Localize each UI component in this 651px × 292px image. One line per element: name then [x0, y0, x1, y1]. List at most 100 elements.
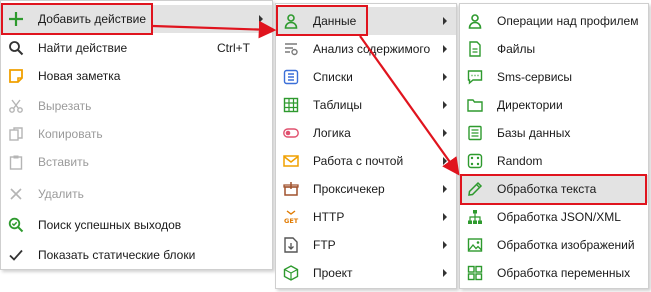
database-icon — [467, 125, 483, 141]
menu-item-json-xml[interactable]: Обработка JSON/XML — [460, 203, 648, 231]
submenu-arrow-icon — [443, 157, 447, 165]
menu-item-label: Обработка JSON/XML — [497, 210, 621, 224]
menu-item-label: Показать статические блоки — [38, 248, 196, 262]
paste-icon — [8, 154, 24, 170]
submenu-arrow-icon — [443, 213, 447, 221]
menu-item-label: Списки — [313, 70, 353, 84]
dice-icon — [467, 153, 483, 169]
menu-item-label: Копировать — [38, 127, 103, 141]
menu-item-label: Sms-сервисы — [497, 70, 573, 84]
list-icon — [283, 69, 299, 85]
submenu-arrow-icon — [443, 73, 447, 81]
menu-item-sms-services[interactable]: Sms-сервисы — [460, 63, 648, 91]
menu-item-label: Удалить — [38, 187, 84, 201]
folder-icon — [467, 97, 483, 113]
scissors-icon — [8, 98, 24, 114]
search-icon — [8, 40, 24, 56]
menu-item-copy[interactable]: Копировать — [1, 120, 272, 148]
menu-item-label: Анализ содержимого — [313, 42, 431, 56]
menu-item-label: Базы данных — [497, 126, 571, 140]
menu-item-label: Работа с почтой — [313, 154, 404, 168]
menu-item-random[interactable]: Random — [460, 147, 648, 175]
pencil-icon — [467, 181, 483, 197]
menu-item-files[interactable]: Файлы — [460, 35, 648, 63]
menu-item-new-note[interactable]: Новая заметка — [1, 62, 272, 90]
menu-item-cut[interactable]: Вырезать — [1, 92, 272, 120]
menu-item-logic[interactable]: Логика — [276, 119, 456, 147]
menu-item-delete[interactable]: Удалить — [1, 180, 272, 208]
menu-item-directories[interactable]: Директории — [460, 91, 648, 119]
menu-item-project[interactable]: Проект — [276, 259, 456, 287]
mail-icon — [283, 153, 299, 169]
submenu-categories: Данные Анализ содержимого Списки Таблицы… — [275, 3, 457, 289]
note-icon — [8, 68, 24, 84]
table-icon — [283, 97, 299, 113]
menu-item-add-action[interactable]: Добавить действие — [1, 5, 272, 33]
delete-icon — [8, 186, 24, 202]
toggle-icon — [283, 125, 299, 141]
menu-item-label: Random — [497, 154, 543, 168]
menu-item-image-processing[interactable]: Обработка изображений — [460, 231, 648, 259]
menu-item-label: HTTP — [313, 210, 345, 224]
menu-item-label: Таблицы — [313, 98, 363, 112]
menu-item-label: Обработка текста — [497, 182, 597, 196]
submenu-arrow-icon — [259, 15, 263, 23]
menu-item-profile-operations[interactable]: Операции над профилем — [460, 7, 648, 35]
menu-item-show-static-blocks[interactable]: Показать статические блоки — [1, 241, 272, 269]
submenu-data-actions: Операции над профилем Файлы Sms-сервисы … — [459, 3, 649, 289]
menu-item-proxychecker[interactable]: Проксичекер — [276, 175, 456, 203]
menu-item-search-success[interactable]: Поиск успешных выходов — [1, 211, 272, 239]
sms-icon — [467, 69, 483, 85]
file-icon — [467, 41, 483, 57]
checkmark-icon — [8, 247, 24, 263]
copy-icon — [8, 126, 24, 142]
image-icon — [467, 237, 483, 253]
menu-item-label: Операции над профилем — [497, 14, 639, 28]
menu-item-data[interactable]: Данные — [276, 7, 456, 35]
user-icon — [283, 13, 299, 29]
menu-item-paste[interactable]: Вставить — [1, 148, 272, 176]
menu-item-label: Вставить — [38, 155, 89, 169]
submenu-arrow-icon — [443, 185, 447, 193]
menu-item-label: Обработка переменных — [497, 266, 631, 280]
menu-item-label: Поиск успешных выходов — [38, 218, 182, 232]
submenu-arrow-icon — [443, 129, 447, 137]
box-icon — [283, 181, 299, 197]
menu-item-text-processing[interactable]: Обработка текста — [460, 175, 648, 203]
submenu-arrow-icon — [443, 101, 447, 109]
menu-item-ftp[interactable]: FTP — [276, 231, 456, 259]
tree-icon — [467, 209, 483, 225]
plus-icon — [8, 11, 24, 27]
ftp-icon — [283, 237, 299, 253]
submenu-arrow-icon — [443, 269, 447, 277]
cube-icon — [283, 265, 299, 281]
svg-text:GET: GET — [284, 217, 299, 225]
menu-item-label: Логика — [313, 126, 351, 140]
menu-item-label: Данные — [313, 14, 357, 28]
menu-item-lists[interactable]: Списки — [276, 63, 456, 91]
menu-item-find-action[interactable]: Найти действие Ctrl+T — [1, 34, 272, 62]
menu-item-http[interactable]: GET HTTP — [276, 203, 456, 231]
menu-item-label: FTP — [313, 238, 336, 252]
submenu-arrow-icon — [443, 241, 447, 249]
menu-item-label: Вырезать — [38, 99, 92, 113]
submenu-arrow-icon — [443, 17, 447, 25]
menu-item-label: Обработка изображений — [497, 238, 635, 252]
grid-icon — [467, 265, 483, 281]
menu-item-label: Найти действие — [38, 41, 128, 55]
menu-item-label: Проект — [313, 266, 353, 280]
menu-item-mail[interactable]: Работа с почтой — [276, 147, 456, 175]
profile-icon — [467, 13, 483, 29]
analysis-icon — [283, 41, 299, 57]
context-menu: Добавить действие Найти действие Ctrl+T … — [0, 0, 273, 270]
menu-item-databases[interactable]: Базы данных — [460, 119, 648, 147]
menu-item-label: Проксичекер — [313, 182, 385, 196]
search-success-icon — [8, 217, 24, 233]
menu-item-variable-processing[interactable]: Обработка переменных — [460, 259, 648, 287]
menu-item-label: Добавить действие — [38, 12, 146, 26]
menu-item-label: Директории — [497, 98, 563, 112]
menu-item-tables[interactable]: Таблицы — [276, 91, 456, 119]
menu-item-content-analysis[interactable]: Анализ содержимого — [276, 35, 456, 63]
menu-item-label: Новая заметка — [38, 69, 121, 83]
submenu-arrow-icon — [443, 45, 447, 53]
